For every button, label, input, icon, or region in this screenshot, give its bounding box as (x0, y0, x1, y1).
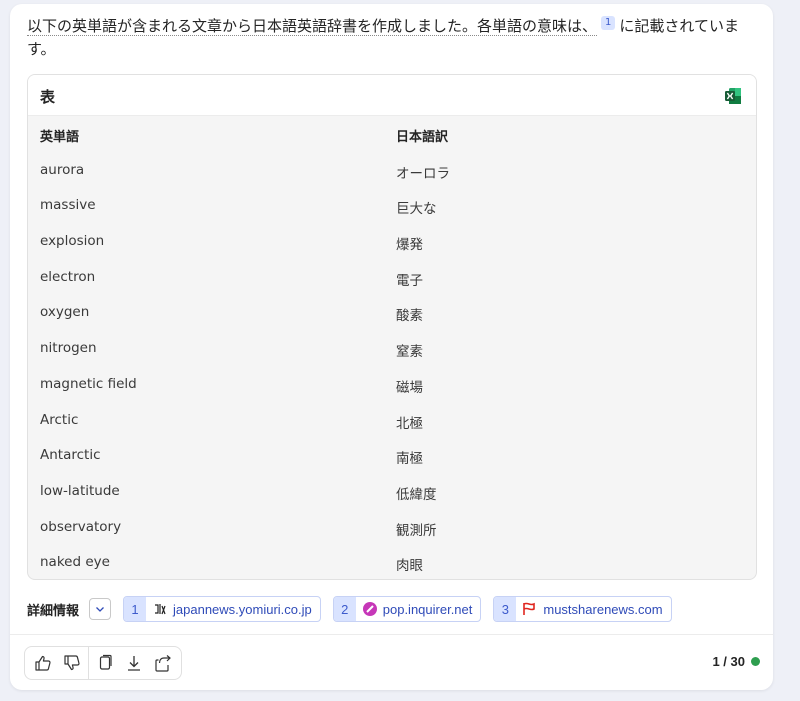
table-row: electron 電子 (28, 259, 756, 295)
japanese-translation-cell: 南極 (396, 451, 423, 468)
toolbar-separator (88, 647, 90, 679)
japanese-translation-cell: 電子 (396, 272, 423, 289)
details-toggle-button[interactable] (89, 598, 112, 620)
japanese-translation-cell: 爆発 (396, 237, 423, 254)
english-word-cell: aurora (40, 161, 85, 178)
japanese-translation-cell: 磁場 (396, 379, 423, 396)
source-domain: japannews.yomiuri.co.jp (173, 601, 312, 617)
details-label: 詳細情報 (27, 603, 80, 619)
thumbs-up-button[interactable] (29, 648, 58, 678)
action-toolbar (24, 646, 182, 680)
source-number: 1 (124, 597, 147, 621)
source-link-3[interactable]: 3 mustsharenews.com (493, 596, 672, 622)
details-bar: 詳細情報 1 japannews.yomiuri.co.jp 2 pop.inquir… (27, 596, 672, 622)
intro-text-part1: 以下の英単語が含まれる文章から日本語英語辞書を作成しました。各単語の意味は、 (27, 17, 598, 36)
english-word-cell: explosion (40, 233, 105, 250)
intro-text: 以下の英単語が含まれる文章から日本語英語辞書を作成しました。各単語の意味は、 1 に… (27, 15, 757, 61)
table-row: nitrogen 窒素 (28, 330, 756, 366)
english-word-cell: oxygen (40, 304, 90, 321)
japanese-translation-cell: 酸素 (396, 308, 423, 325)
english-word-cell: magnetic field (40, 375, 137, 392)
table-row: explosion 爆発 (28, 223, 756, 259)
download-button[interactable] (120, 648, 149, 678)
english-word-cell: naked eye (40, 554, 110, 571)
table-row: massive 巨大な (28, 187, 756, 223)
column-header: 英単語 (40, 130, 80, 145)
source-number: 3 (494, 597, 517, 621)
source-number: 2 (333, 597, 356, 621)
japanese-translation-cell: 肉眼 (396, 558, 423, 575)
response-card: 以下の英単語が含まれる文章から日本語英語辞書を作成しました。各単語の意味は、 1 に… (10, 4, 773, 690)
table-title: 表 (40, 88, 56, 106)
english-word-cell: massive (40, 197, 96, 214)
japanese-translation-cell: 低緯度 (396, 486, 437, 503)
copy-icon (100, 654, 113, 670)
excel-icon[interactable] (724, 87, 742, 105)
japanese-translation-cell: 巨大な (396, 201, 437, 218)
scrollbar[interactable] (794, 0, 800, 701)
source-domain: mustsharenews.com (543, 601, 663, 617)
table-row: observatory 観測所 (28, 509, 756, 545)
chevron-down-icon (96, 607, 104, 612)
table-column-headers: 英単語 日本語訳 (28, 116, 756, 152)
share-button[interactable] (148, 648, 177, 678)
response-counter: 1 / 30 (712, 654, 760, 669)
table-row: Arctic 北極 (28, 402, 756, 438)
source-domain: pop.inquirer.net (382, 601, 473, 617)
english-word-cell: electron (40, 268, 96, 285)
inquirer-icon (362, 601, 378, 617)
counter-text: 1 / 30 (712, 654, 745, 669)
japanese-translation-cell: 北極 (396, 415, 423, 432)
table-row: Antarctic 南極 (28, 437, 756, 473)
table-header-bar: 表 (28, 75, 756, 116)
japanese-translation-cell: 観測所 (396, 522, 437, 539)
source-link-2[interactable]: 2 pop.inquirer.net (332, 596, 482, 622)
japanese-translation-cell: 窒素 (396, 344, 423, 361)
yomiuri-icon (152, 601, 168, 617)
english-word-cell: observatory (40, 518, 122, 535)
column-header: 日本語訳 (396, 130, 449, 145)
citation-marker[interactable]: 1 (601, 16, 616, 30)
table-row: oxygen 酸素 (28, 294, 756, 330)
download-icon (128, 656, 141, 671)
japanese-translation-cell: オーロラ (396, 165, 450, 182)
table-row: naked eye 肉眼 (28, 544, 756, 579)
dictionary-table: 表 英単語 日本語訳 aurora オーロラ massive 巨大な explosion 爆発… (27, 74, 757, 580)
english-word-cell: low-latitude (40, 482, 120, 499)
table-row: magnetic field 磁場 (28, 366, 756, 402)
thumbs-down-icon (64, 655, 80, 671)
english-word-cell: Arctic (40, 411, 79, 428)
english-word-cell: nitrogen (40, 340, 97, 357)
thumbs-up-icon (35, 655, 51, 671)
source-link-1[interactable]: 1 japannews.yomiuri.co.jp (123, 596, 321, 622)
table-row: aurora オーロラ (28, 152, 756, 188)
table-row: low-latitude 低緯度 (28, 473, 756, 509)
share-icon (155, 655, 171, 672)
english-word-cell: Antarctic (40, 447, 101, 464)
status-dot (751, 657, 760, 666)
divider (10, 634, 773, 635)
thumbs-down-button[interactable] (58, 648, 87, 678)
copy-button[interactable] (91, 648, 120, 678)
mustsharenews-icon (522, 601, 538, 617)
